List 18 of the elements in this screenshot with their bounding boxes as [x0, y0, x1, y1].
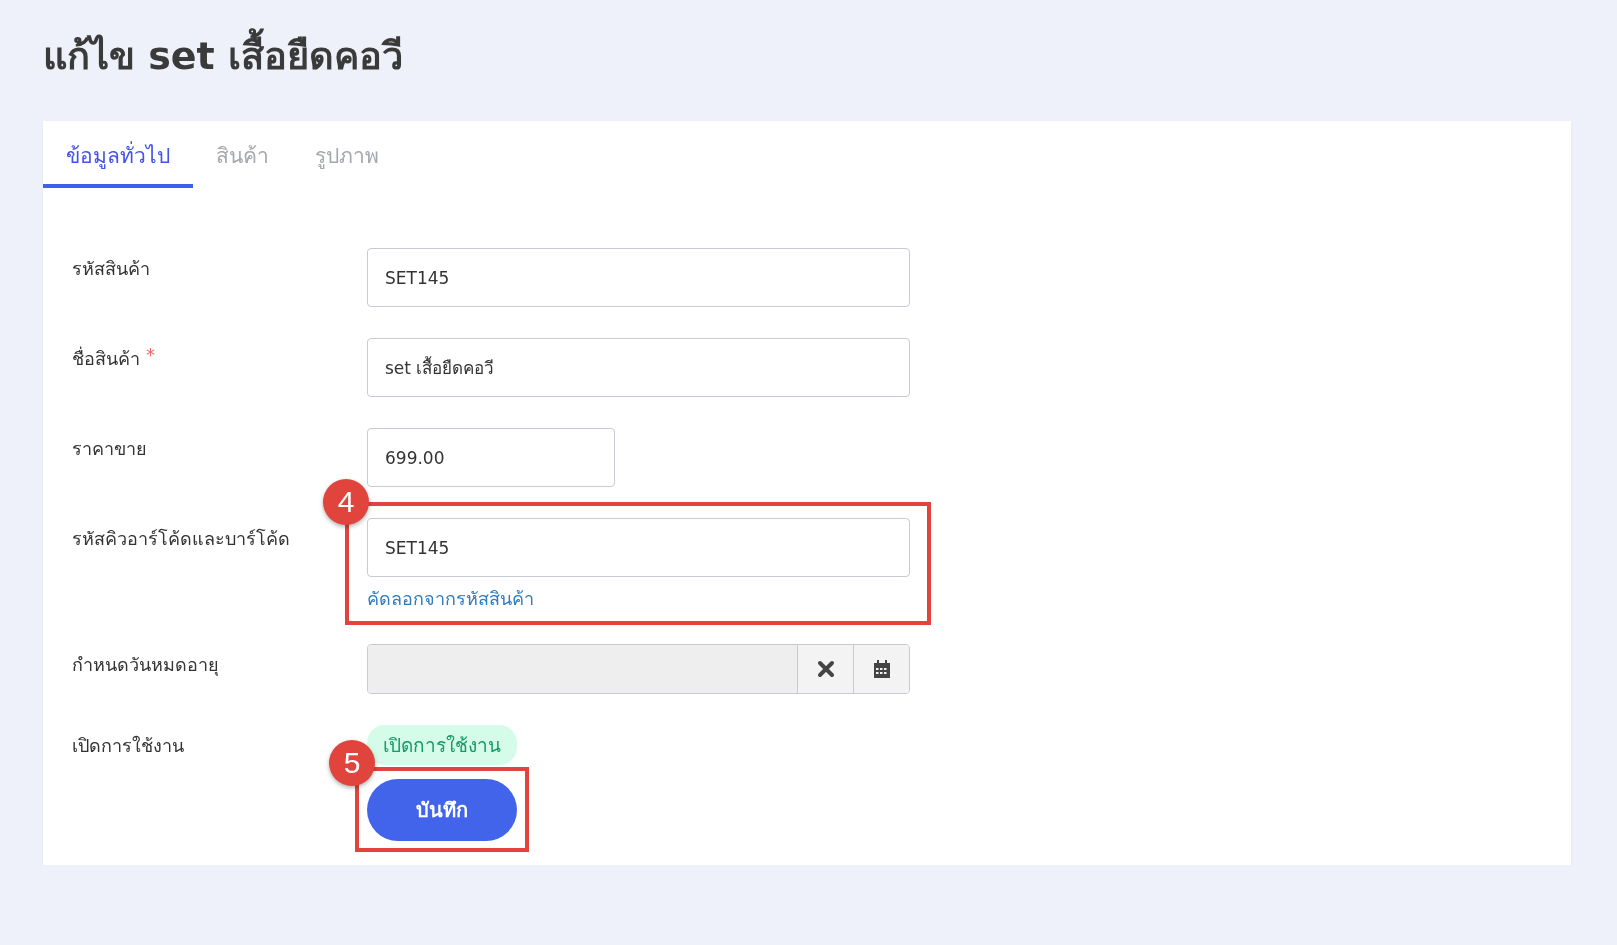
status-badge: เปิดการใช้งาน	[367, 725, 517, 765]
input-field[interactable]: set เสื้อยืดคอวี	[367, 338, 910, 397]
input-field[interactable]: SET145	[367, 518, 910, 577]
field-label: กำหนดวันหมดอายุ	[72, 653, 219, 678]
required-mark: *	[146, 344, 155, 367]
input-field[interactable]: 699.00	[367, 428, 615, 487]
field-label: รหัสคิวอาร์โค้ดและบาร์โค้ด	[72, 527, 290, 551]
field-label: เปิดการใช้งาน	[72, 734, 184, 758]
tab[interactable]: ข้อมูลทั่วไป	[43, 121, 193, 188]
save-button[interactable]: บันทึก	[367, 779, 517, 841]
step-number: 4	[323, 479, 369, 525]
field-label: ราคาขาย	[72, 437, 147, 461]
page-title: แก้ไข set เสื้อยืดคอวี	[43, 28, 403, 85]
field-label: ชื่อสินค้า	[72, 345, 140, 371]
step-number: 5	[329, 740, 375, 786]
input-field[interactable]: SET145	[367, 248, 910, 307]
copy-link[interactable]: คัดลอกจากรหัสสินค้า	[367, 584, 534, 613]
field-label: รหัสสินค้า	[72, 257, 150, 281]
